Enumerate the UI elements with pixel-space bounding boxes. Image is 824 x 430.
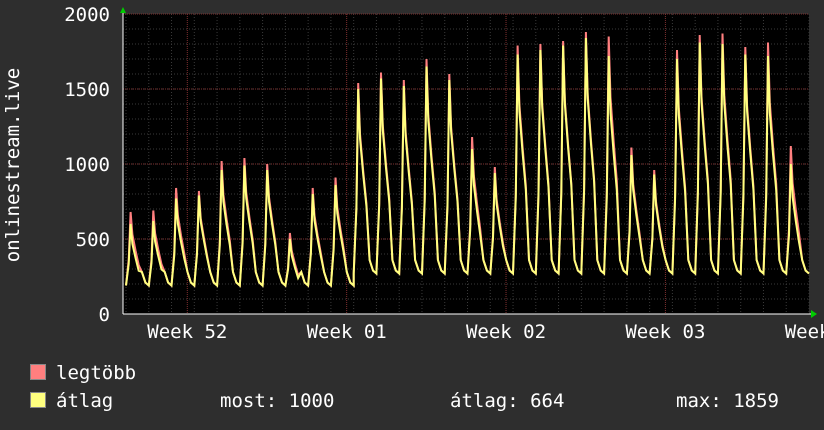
legend-avg: átlag (30, 390, 113, 412)
stat-average: átlag: 664 (450, 390, 565, 412)
y-tick-label: 1500 (64, 79, 110, 101)
legend-max: legtöbb (30, 362, 136, 384)
x-tick-label: Week 03 (625, 321, 705, 343)
legend-avg-label: átlag (56, 390, 114, 412)
x-tick-label: Week 52 (147, 321, 227, 343)
y-tick-label: 0 (99, 304, 110, 326)
x-axis: Week 52 Week 01 Week 02 Week 03 Week 04 (147, 321, 824, 343)
legend-max-swatch (30, 364, 46, 380)
y-tick-label: 500 (76, 229, 110, 251)
y-axis-label: onlinestream.live (2, 68, 24, 262)
x-tick-label: Week 01 (307, 321, 387, 343)
x-axis-arrow (811, 310, 817, 318)
x-tick-label: Week 02 (466, 321, 546, 343)
y-axis-arrow (120, 7, 126, 13)
stat-max: max: 1859 (676, 390, 779, 412)
stat-now: most: 1000 (220, 390, 335, 412)
legend-max-label: legtöbb (56, 362, 137, 384)
y-tick-label: 2000 (64, 4, 110, 26)
legend-avg-swatch (30, 392, 46, 408)
y-axis: 0 500 1000 1500 2000 (64, 4, 110, 326)
x-tick-label: Week 04 (785, 321, 824, 343)
y-tick-label: 1000 (64, 154, 110, 176)
